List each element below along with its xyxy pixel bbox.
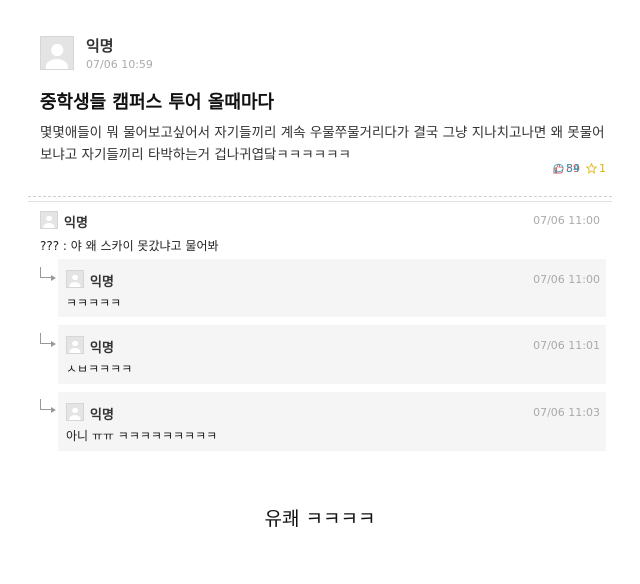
reply-arrow-icon xyxy=(40,333,56,347)
reply-timestamp: 07/06 11:01 xyxy=(533,339,600,352)
reply-arrow-icon xyxy=(40,267,56,281)
post-timestamp: 07/06 10:59 xyxy=(86,58,153,71)
reply: 익명 07/06 11:00 ㅋㅋㅋㅋㅋ xyxy=(58,259,606,317)
reply-arrow-icon xyxy=(40,399,56,413)
caption: 유쾌 ㅋㅋㅋㅋ xyxy=(264,508,376,530)
reply-text: ㅅㅂㅋㅋㅋㅋ xyxy=(66,362,133,376)
reply-timestamp: 07/06 11:00 xyxy=(533,273,600,286)
reply: 익명 07/06 11:03 아니 ㅠㅠ ㅋㅋㅋㅋㅋㅋㅋㅋㅋ xyxy=(58,392,606,451)
comment-count: 54 xyxy=(566,162,580,175)
scrap-button[interactable]: 1 xyxy=(586,162,606,175)
reply-author: 익명 xyxy=(90,408,114,423)
reply-avatar xyxy=(66,403,84,421)
reply-author: 익명 xyxy=(90,341,114,356)
post-stats: 89 54 1 xyxy=(553,162,606,175)
speech-bubble-icon xyxy=(553,163,564,174)
comment-author: 익명 xyxy=(64,216,88,231)
reply: 익명 07/06 11:01 ㅅㅂㅋㅋㅋㅋ xyxy=(58,325,606,384)
reply-text: ㅋㅋㅋㅋㅋ xyxy=(66,296,122,310)
post-body: 몇몇애들이 뭐 물어보고싶어서 자기들끼리 계속 우물쭈물거리다가 결국 그냥 … xyxy=(40,125,605,163)
post-author-avatar xyxy=(40,36,74,70)
comment-count-button[interactable]: 54 xyxy=(553,162,580,175)
star-icon xyxy=(586,163,597,174)
reply-author: 익명 xyxy=(90,275,114,290)
post-title: 중학생들 캠퍼스 투어 올때마다 xyxy=(40,92,275,113)
reply-avatar xyxy=(66,270,84,288)
reply-text: 아니 ㅠㅠ ㅋㅋㅋㅋㅋㅋㅋㅋㅋ xyxy=(66,429,218,443)
reply-timestamp: 07/06 11:03 xyxy=(533,406,600,419)
comment-avatar xyxy=(40,211,58,229)
scrap-count: 1 xyxy=(599,162,606,175)
section-divider xyxy=(28,196,612,197)
comment-timestamp: 07/06 11:00 xyxy=(533,214,600,227)
post-author: 익명 xyxy=(86,37,114,55)
comment-text: ??? : 야 왜 스카이 못갔냐고 물어봐 xyxy=(40,239,219,253)
reply-avatar xyxy=(66,336,84,354)
section-divider-line xyxy=(28,201,612,202)
